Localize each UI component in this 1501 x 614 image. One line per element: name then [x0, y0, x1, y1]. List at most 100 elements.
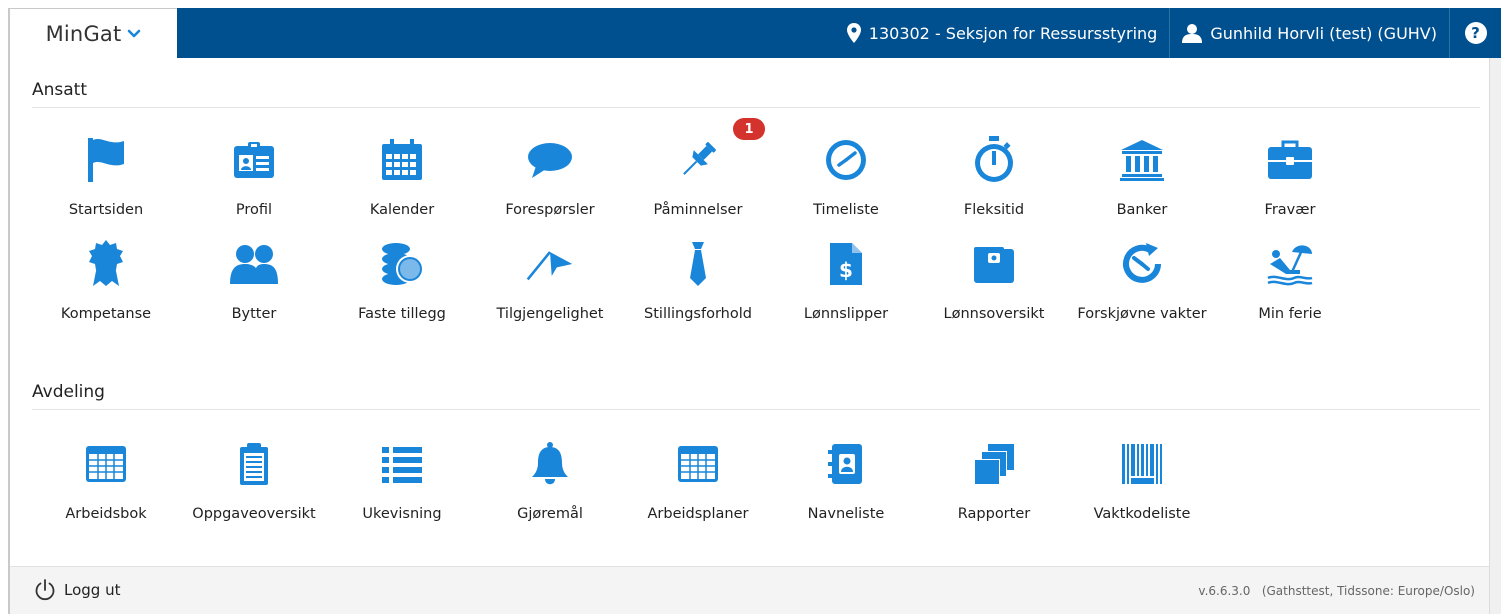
table-icon [674, 440, 722, 488]
stopwatch-icon [970, 136, 1018, 184]
tile-navneliste[interactable]: Navneliste [772, 436, 920, 526]
power-icon [35, 579, 55, 601]
tile-tilgjengelighet[interactable]: Tilgjengelighet [476, 236, 624, 326]
list-icon [378, 440, 426, 488]
tile-label: Gjøremål [517, 506, 583, 522]
tile-label: Tilgjengelighet [496, 306, 604, 322]
tile-label: Arbeidsplaner [647, 506, 749, 522]
section-title-ansatt: Ansatt [32, 80, 88, 100]
tile-label: Stillingsforhold [644, 306, 752, 322]
tile-label: Ukevisning [362, 506, 442, 522]
app-menu-button[interactable]: MinGat [10, 8, 177, 58]
dollar-document-icon: $ [822, 240, 870, 288]
department-selector[interactable]: 130302 - Seksjon for Ressursstyring [835, 8, 1170, 58]
tile-fleksitid[interactable]: Fleksitid [920, 132, 1068, 222]
tile-timeliste[interactable]: Timeliste [772, 132, 920, 222]
tile-kalender[interactable]: Kalender [328, 132, 476, 222]
tile-label: Rapporter [957, 506, 1031, 522]
logout-button[interactable]: Logg ut [34, 579, 120, 601]
rotate-clock-icon [1118, 240, 1166, 288]
briefcase-icon [1266, 136, 1314, 184]
tile-lonnslipper[interactable]: $ Lønnslipper [772, 236, 920, 326]
tile-label: Timeliste [813, 202, 879, 218]
tile-forskjovne-vakter[interactable]: Forskjøvne vakter [1068, 236, 1216, 326]
tile-label: Forskjøvne vakter [1077, 306, 1207, 322]
chevron-down-icon [128, 29, 141, 37]
notification-badge: 1 [733, 118, 765, 140]
tile-lonnsoversikt[interactable]: Lønnsoversikt [920, 236, 1068, 326]
tile-label: Startsiden [68, 202, 144, 218]
stacked-pages-icon [970, 440, 1018, 488]
tile-vaktkodeliste[interactable]: Vaktkodeliste [1068, 436, 1216, 526]
svg-text:$: $ [839, 258, 853, 282]
tile-kompetanse[interactable]: Kompetanse [32, 236, 180, 326]
tile-label: Arbeidsbok [65, 506, 147, 522]
tile-label: Kalender [369, 202, 435, 218]
tile-label: Banker [1116, 202, 1168, 218]
tile-label: Forespørsler [505, 202, 595, 218]
page: MinGat 130302 - Seksjon for Ressursstyri… [0, 0, 1501, 614]
tile-ukevisning[interactable]: Ukevisning [328, 436, 476, 526]
tile-min-ferie[interactable]: Min ferie [1216, 236, 1364, 326]
tile-arbeidsplaner[interactable]: Arbeidsplaner [624, 436, 772, 526]
spreadsheet-icon [82, 440, 130, 488]
tile-label: Navneliste [807, 506, 885, 522]
rosette-icon [82, 240, 130, 288]
tile-arbeidsbok[interactable]: Arbeidsbok [32, 436, 180, 526]
footer: Logg ut v.6.6.3.0 (Gathsttest, Tidssone:… [10, 566, 1489, 614]
wallet-icon [970, 240, 1018, 288]
tile-gjoremal[interactable]: Gjøremål [476, 436, 624, 526]
coins-icon [378, 240, 426, 288]
id-card-icon [230, 136, 278, 184]
tile-banker[interactable]: Banker [1068, 132, 1216, 222]
department-label: 130302 - Seksjon for Ressursstyring [868, 23, 1158, 43]
tile-bytter[interactable]: Bytter [180, 236, 328, 326]
bank-icon [1118, 136, 1166, 184]
top-bar-right: 130302 - Seksjon for Ressursstyring Gunh… [835, 8, 1501, 58]
map-marker-icon [846, 23, 861, 43]
version-info: v.6.6.3.0 (Gathsttest, Tidssone: Europe/… [1198, 584, 1475, 598]
tile-paminnelser[interactable]: Påminnelser [624, 132, 772, 222]
tile-label: Lønnsoversikt [943, 306, 1045, 322]
tile-label: Lønnslipper [803, 306, 889, 322]
clipboard-icon [230, 440, 278, 488]
users-icon [230, 240, 278, 288]
tile-foresporsler[interactable]: Forespørsler [476, 132, 624, 222]
section-divider-ansatt [32, 107, 1480, 108]
left-border [8, 8, 10, 614]
calendar-icon [378, 136, 426, 184]
top-bar: MinGat 130302 - Seksjon for Ressursstyri… [10, 8, 1501, 58]
barcode-icon [1118, 440, 1166, 488]
section-title-avdeling: Avdeling [32, 382, 105, 402]
beach-chair-icon [1266, 240, 1314, 288]
user-label: Gunhild Horvli (test) (GUHV) [1210, 23, 1437, 43]
tile-startsiden[interactable]: Startsiden [32, 132, 180, 222]
scrollbar[interactable] [1489, 58, 1501, 614]
tile-label: Bytter [231, 306, 277, 322]
tile-label: Fravær [1264, 202, 1316, 218]
speech-bubble-icon [526, 136, 574, 184]
address-book-icon [822, 440, 870, 488]
tile-label: Vaktkodeliste [1093, 506, 1191, 522]
app-title: MinGat [45, 21, 122, 46]
help-button[interactable]: ? [1449, 8, 1501, 58]
flag-pole-icon [526, 240, 574, 288]
flag-icon [82, 136, 130, 184]
logout-label: Logg ut [64, 581, 121, 599]
tile-label: Profil [235, 202, 273, 218]
user-icon [1182, 24, 1203, 43]
tile-rapporter[interactable]: Rapporter [920, 436, 1068, 526]
bell-icon [526, 440, 574, 488]
tile-label: Faste tillegg [358, 306, 446, 322]
tile-label: Fleksitid [963, 202, 1025, 218]
tie-icon [674, 240, 722, 288]
user-menu[interactable]: Gunhild Horvli (test) (GUHV) [1169, 8, 1449, 58]
tile-faste-tillegg[interactable]: Faste tillegg [328, 236, 476, 326]
tile-label: Kompetanse [60, 306, 152, 322]
help-glyph: ? [1471, 24, 1480, 42]
tile-oppgaveoversikt[interactable]: Oppgaveoversikt [180, 436, 328, 526]
tile-profil[interactable]: Profil [180, 132, 328, 222]
pushpin-icon [674, 136, 722, 184]
tile-fravaer[interactable]: Fravær [1216, 132, 1364, 222]
tile-stillingsforhold[interactable]: Stillingsforhold [624, 236, 772, 326]
